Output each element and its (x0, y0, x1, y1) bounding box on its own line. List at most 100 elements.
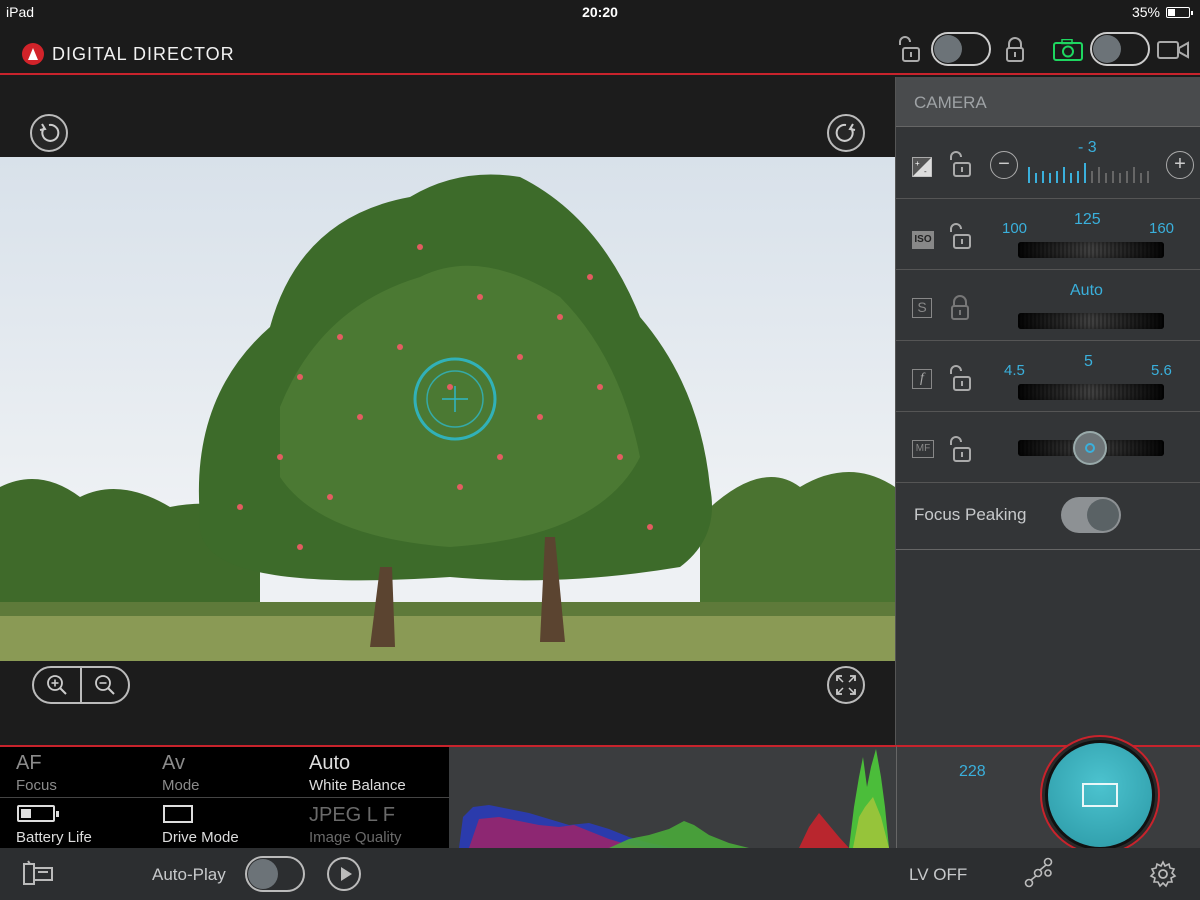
exposure-scale[interactable] (1027, 159, 1152, 185)
focus-mode-value: AF (16, 752, 42, 774)
photo-video-toggle-knob (1093, 35, 1121, 63)
zoom-out-button[interactable] (82, 668, 128, 702)
zoom-in-icon (47, 675, 67, 695)
focus-lock-icon[interactable] (948, 436, 974, 469)
play-button[interactable] (327, 857, 361, 891)
svg-text:+: + (915, 159, 920, 168)
expand-icon (836, 675, 856, 695)
iso-lock-icon[interactable] (948, 223, 974, 256)
shutter-button[interactable] (1048, 743, 1152, 847)
shooting-mode-label: Mode (162, 777, 200, 794)
battery-status: 35% (1131, 4, 1193, 20)
exposure-compensation-icon: + - (912, 157, 932, 177)
focus-peaking-label: Focus Peaking (914, 505, 1027, 524)
live-view-area (0, 77, 895, 745)
camera-settings-panel: CAMERA + - − - 3 + ISO 100 125 160 S Aut… (895, 77, 1200, 745)
fullscreen-button[interactable] (827, 666, 865, 704)
histogram (449, 745, 896, 848)
rotate-right-button[interactable] (827, 114, 865, 152)
iso-icon: ISO (912, 231, 934, 249)
exposure-compensation-row: + - − - 3 + (896, 127, 1200, 199)
battery-life-label: Battery Life (16, 829, 92, 846)
shooting-mode-value: Av (162, 752, 185, 774)
focus-point-reticle[interactable] (413, 357, 497, 441)
aperture-dial[interactable] (1018, 384, 1164, 400)
iso-next-value: 160 (1149, 220, 1175, 237)
white-balance-value: Auto (309, 752, 351, 774)
zoom-controls (32, 666, 130, 704)
drive-mode-label: Drive Mode (162, 829, 239, 846)
exposure-value: - 3 (1078, 139, 1097, 156)
shots-remaining: 228 (959, 763, 986, 780)
lock-toggle-knob (934, 35, 962, 63)
app-header: DIGITAL DIRECTOR (0, 26, 1200, 75)
zoom-in-button[interactable] (34, 668, 80, 702)
photo-video-toggle[interactable] (1090, 32, 1150, 66)
battery-info: Battery Life (0, 799, 148, 849)
live-view-image[interactable] (0, 157, 895, 661)
mode-info[interactable]: Av Mode (146, 747, 294, 797)
photo-camera-icon[interactable] (1053, 38, 1083, 66)
shutter-speed-dial[interactable] (1018, 313, 1164, 329)
bottom-toolbar: Auto-Play LV OFF (0, 848, 1200, 900)
shutter-speed-row: S Auto (896, 270, 1200, 341)
white-balance-info[interactable]: Auto White Balance (293, 747, 441, 797)
image-quality-info[interactable]: JPEG L F Image Quality (293, 799, 441, 849)
exposure-lock-icon[interactable] (948, 151, 974, 184)
svg-text:-: - (924, 167, 927, 176)
image-quality-value: JPEG L F (309, 804, 395, 826)
white-balance-label: White Balance (309, 777, 406, 794)
focus-mode-label: Focus (16, 777, 57, 794)
battery-icon (17, 805, 59, 822)
shutter-speed-value: Auto (1070, 282, 1103, 299)
camera-info-grid: AF Focus Av Mode Auto White Balance Batt… (0, 745, 449, 848)
aperture-icon: f (912, 369, 932, 389)
aperture-next-value: 5.6 (1151, 362, 1172, 379)
rotate-left-button[interactable] (30, 114, 68, 152)
share-icon[interactable] (1024, 857, 1054, 894)
iso-prev-value: 100 (1002, 220, 1028, 237)
exposure-minus-button[interactable]: − (990, 151, 1018, 179)
clock: 20:20 (582, 4, 618, 20)
auto-play-toggle-knob (248, 859, 278, 889)
battery-icon (1166, 6, 1193, 18)
image-quality-label: Image Quality (309, 829, 402, 846)
video-camera-icon[interactable] (1157, 40, 1189, 65)
rotate-right-icon (835, 123, 856, 142)
iso-value: 125 (1074, 211, 1101, 228)
panel-title: CAMERA (896, 77, 1200, 127)
iso-row: ISO 100 125 160 (896, 199, 1200, 270)
single-frame-icon (163, 805, 193, 823)
focus-peaking-toggle[interactable] (1061, 497, 1121, 533)
focus-info[interactable]: AF Focus (0, 747, 148, 797)
lock-icon[interactable] (1003, 36, 1027, 69)
app-title: DIGITAL DIRECTOR (52, 43, 235, 64)
aperture-value: 5 (1084, 353, 1093, 370)
shutter-speed-icon: S (912, 298, 932, 318)
focus-peaking-toggle-knob (1087, 499, 1119, 531)
camera-connection-icon[interactable] (22, 860, 56, 893)
auto-play-label: Auto-Play (152, 865, 226, 884)
exposure-plus-button[interactable]: + (1166, 151, 1194, 179)
rotate-left-icon (39, 123, 60, 142)
live-view-toggle[interactable]: LV OFF (909, 865, 967, 885)
lock-toggle[interactable] (931, 32, 991, 66)
iso-dial[interactable] (1018, 242, 1164, 258)
unlock-icon[interactable] (897, 36, 923, 69)
aperture-prev-value: 4.5 (1004, 362, 1025, 379)
battery-percent: 35% (1131, 4, 1160, 20)
aperture-lock-icon[interactable] (948, 365, 974, 398)
aperture-row: f 4.5 5 5.6 (896, 341, 1200, 412)
focus-slider-thumb[interactable] (1073, 431, 1107, 465)
status-bar: iPad 20:20 35% (0, 0, 1200, 26)
manual-focus-row: MF (896, 412, 1200, 483)
app-logo: DIGITAL DIRECTOR (22, 43, 235, 65)
zoom-out-icon (95, 675, 115, 695)
capture-frame-icon (1082, 783, 1118, 807)
auto-play-toggle[interactable] (245, 856, 305, 892)
drive-mode-info[interactable]: Drive Mode (146, 799, 294, 849)
settings-gear-icon[interactable] (1149, 860, 1177, 893)
manfrotto-logo-icon (22, 43, 44, 65)
shutter-lock-icon[interactable] (948, 294, 972, 327)
manual-focus-icon: MF (912, 440, 934, 458)
